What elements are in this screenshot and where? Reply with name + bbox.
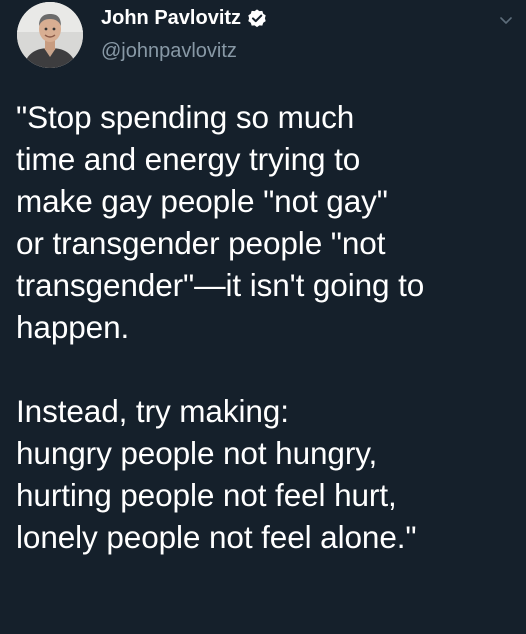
- tweet-line: happen.: [16, 309, 130, 345]
- tweet-text: "Stop spending so much time and energy t…: [16, 96, 516, 558]
- author-name-text[interactable]: John Pavlovitz: [101, 7, 241, 30]
- chevron-down-icon[interactable]: [498, 12, 514, 28]
- tweet-line: hungry people not hungry,: [16, 435, 378, 471]
- author-handle[interactable]: @johnpavlovitz: [101, 40, 237, 63]
- tweet-line: time and energy trying to: [16, 141, 361, 177]
- verified-badge-icon: [246, 8, 268, 30]
- tweet-line: lonely people not feel alone.": [16, 519, 417, 555]
- tweet-card: John Pavlovitz @johnpavlovitz "Stop spen…: [0, 0, 526, 634]
- tweet-line: Instead, try making:: [16, 393, 289, 429]
- tweet-line: or transgender people "not: [16, 225, 386, 261]
- tweet-line: transgender"—it isn't going to: [16, 267, 425, 303]
- tweet-line: hurting people not feel hurt,: [16, 477, 397, 513]
- tweet-line: "Stop spending so much: [16, 99, 355, 135]
- avatar[interactable]: [17, 2, 83, 68]
- tweet-line: make gay people "not gay": [16, 183, 388, 219]
- author-display-name[interactable]: John Pavlovitz: [101, 7, 268, 30]
